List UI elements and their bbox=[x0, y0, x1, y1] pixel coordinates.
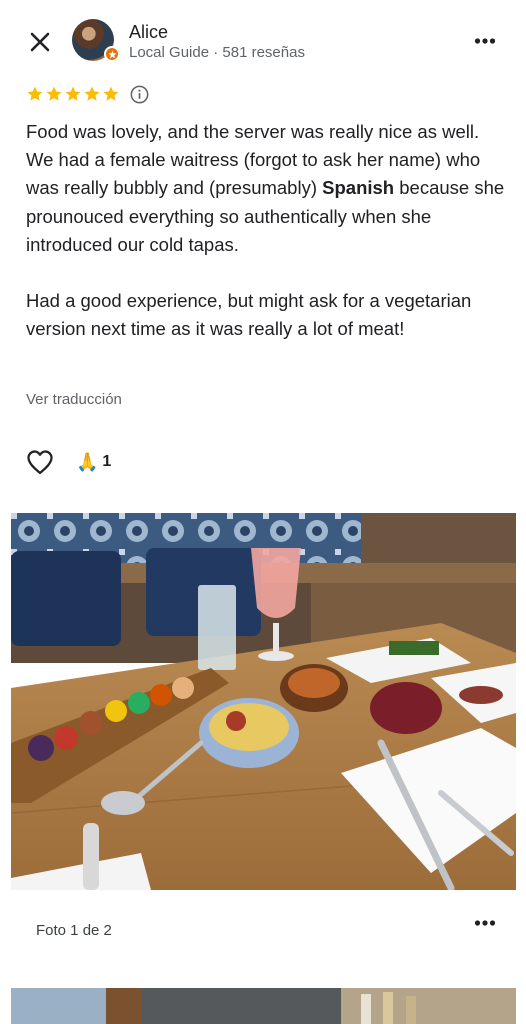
reaction-button[interactable]: 🙏 1 bbox=[76, 452, 111, 473]
user-name[interactable]: Alice bbox=[129, 22, 168, 43]
close-button[interactable] bbox=[26, 28, 54, 56]
star-rating bbox=[26, 84, 149, 104]
star-icon bbox=[65, 86, 81, 101]
review-photo[interactable] bbox=[11, 513, 516, 890]
food-photo-image bbox=[11, 988, 516, 1024]
review-actions: 🙏 1 bbox=[26, 448, 111, 476]
review-header: Alice Local Guide · 581 reseñas bbox=[0, 0, 526, 80]
translate-link[interactable]: Ver traducción bbox=[26, 391, 122, 408]
info-icon[interactable] bbox=[130, 85, 149, 104]
star-icon bbox=[46, 86, 62, 101]
review-paragraph: Food was lovely, and the server was real… bbox=[26, 118, 508, 259]
close-icon bbox=[30, 32, 50, 52]
more-vert-icon bbox=[474, 38, 496, 44]
review-paragraph: Had a good experience, but might ask for… bbox=[26, 290, 472, 340]
review-text-bold: Spanish bbox=[322, 177, 395, 199]
reaction-count: 1 bbox=[102, 453, 112, 470]
star-icon bbox=[27, 86, 43, 101]
star-icon bbox=[103, 86, 119, 101]
user-meta: Local Guide · 581 reseñas bbox=[129, 44, 305, 61]
heart-outline-icon[interactable] bbox=[26, 449, 54, 475]
local-guide-badge-icon bbox=[104, 46, 120, 62]
photo-more-button[interactable] bbox=[474, 912, 496, 934]
review-text: Food was lovely, and the server was real… bbox=[26, 118, 508, 371]
more-options-button[interactable] bbox=[474, 30, 496, 52]
star-icon bbox=[84, 86, 100, 101]
review-photo-second[interactable] bbox=[11, 988, 516, 1024]
food-photo-image bbox=[11, 513, 516, 890]
photo-counter: Foto 1 de 2 bbox=[36, 922, 112, 939]
more-vert-icon bbox=[474, 920, 496, 926]
pray-hands-icon: 🙏 bbox=[76, 451, 99, 472]
